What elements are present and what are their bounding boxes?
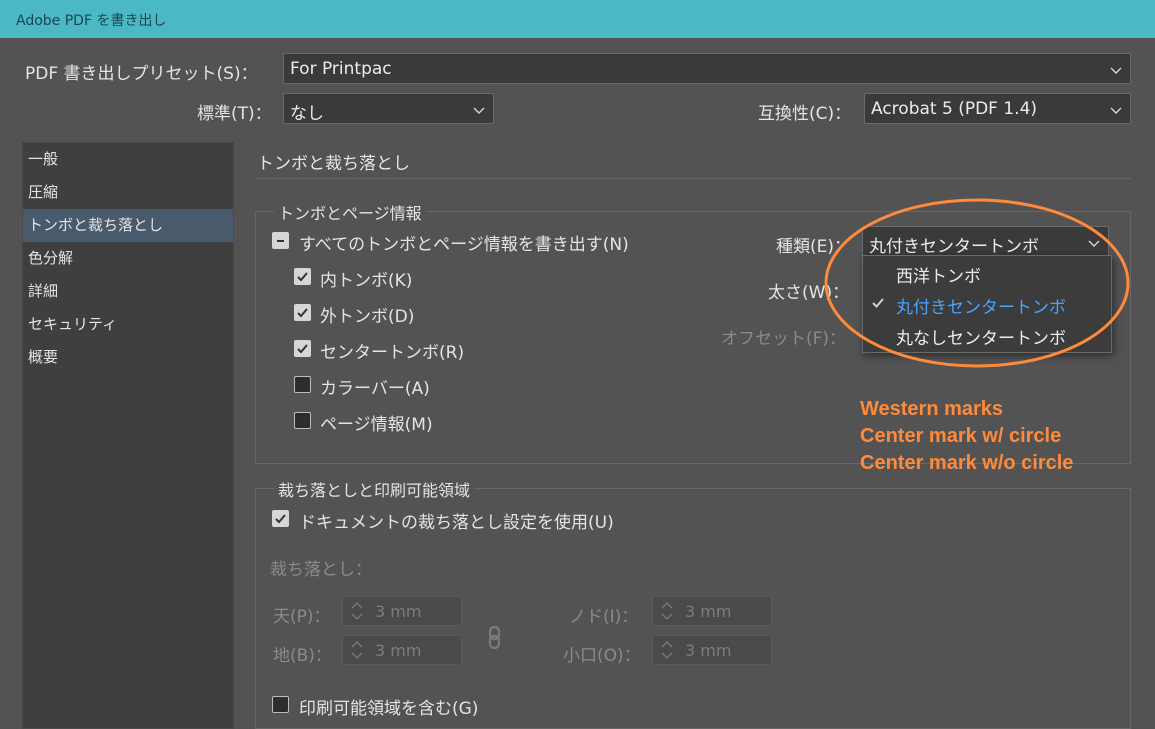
annotation-line-western: Western marks [860, 398, 1004, 420]
all-marks-label: すべてのトンボとページ情報を書き出す(N) [299, 235, 629, 255]
registration-marks-label: センタートンボ(R) [320, 343, 465, 363]
annotation-line-center-no-circle: Center mark w/o circle [860, 452, 1074, 474]
section-title: トンボと裁ち落とし [257, 154, 410, 174]
preset-label: PDF 書き出しプリセット(S)： [25, 64, 258, 84]
color-bars-label: カラーバー(A) [320, 379, 430, 399]
compat-value: Acrobat 5 (PDF 1.4) [871, 99, 1038, 119]
bleed-top-stepper: 3 mm [342, 596, 462, 626]
annotation-ellipse [824, 198, 1130, 368]
bleed-bottom-stepper: 3 mm [342, 635, 462, 665]
use-document-bleed-checkbox[interactable] [272, 510, 289, 527]
chevron-down-icon [1109, 102, 1123, 116]
standard-value: なし [290, 104, 324, 124]
include-slug-label: 印刷可能領域を含む(G) [299, 699, 479, 719]
bleed-inside-label: ノド(I)： [569, 607, 639, 627]
compat-select[interactable]: Acrobat 5 (PDF 1.4) [864, 93, 1131, 124]
category-sidebar: 一般 圧縮 トンボと裁ち落とし 色分解 詳細 セキュリティ 概要 [22, 142, 234, 729]
bleed-bottom-value: 3 mm [375, 641, 422, 660]
sidebar-item-general[interactable]: 一般 [23, 143, 233, 176]
bleed-top-value: 3 mm [375, 602, 422, 621]
crop-marks-checkbox[interactable] [294, 268, 311, 285]
stepper-arrows-icon [661, 602, 673, 620]
color-bars-checkbox[interactable] [294, 376, 311, 393]
stepper-arrows-icon [351, 641, 363, 659]
crop-marks-label: 内トンボ(K) [320, 271, 413, 291]
sidebar-item-output[interactable]: 色分解 [23, 242, 233, 275]
page-info-checkbox[interactable] [294, 412, 311, 429]
standard-label: 標準(T)： [197, 104, 272, 124]
standard-select[interactable]: なし [283, 93, 494, 124]
bleed-inside-value: 3 mm [685, 602, 732, 621]
title-bar: Adobe PDF を書き出し [0, 0, 1155, 38]
registration-marks-checkbox[interactable] [294, 340, 311, 357]
section-divider [255, 178, 1131, 179]
link-chain-icon [485, 624, 505, 652]
sidebar-item-advanced[interactable]: 詳細 [23, 275, 233, 308]
bleed-bottom-label: 地(B)： [273, 646, 332, 666]
bleed-outside-label: 小口(O)： [563, 646, 641, 666]
chevron-down-icon [472, 102, 486, 116]
use-document-bleed-label: ドキュメントの裁ち落とし設定を使用(U) [299, 513, 614, 533]
preset-select[interactable]: For Printpac [283, 53, 1131, 84]
bleed-outside-stepper: 3 mm [652, 635, 772, 665]
compat-label: 互換性(C)： [758, 104, 852, 124]
bleed-label: 裁ち落とし： [270, 560, 372, 580]
bleed-marks-label: 外トンボ(D) [320, 307, 415, 327]
preset-value: For Printpac [290, 59, 392, 79]
all-marks-checkbox[interactable] [272, 232, 289, 249]
annotation-line-center-circle: Center mark w/ circle [860, 425, 1062, 447]
bleed-top-label: 天(P)： [273, 607, 331, 627]
bleed-outside-value: 3 mm [685, 641, 732, 660]
sidebar-item-security[interactable]: セキュリティ [23, 308, 233, 341]
chevron-down-icon [1109, 62, 1123, 76]
sidebar-item-compression[interactable]: 圧縮 [23, 176, 233, 209]
bleed-group-legend: 裁ち落としと印刷可能領域 [274, 477, 475, 501]
marks-group-legend: トンボとページ情報 [274, 200, 426, 224]
bleed-marks-checkbox[interactable] [294, 304, 311, 321]
dialog-body: PDF 書き出しプリセット(S)： For Printpac 標準(T)： なし… [7, 38, 1148, 729]
window-title: Adobe PDF を書き出し [16, 13, 167, 29]
stepper-arrows-icon [661, 641, 673, 659]
bleed-inside-stepper: 3 mm [652, 596, 772, 626]
stepper-arrows-icon [351, 602, 363, 620]
sidebar-item-marks-and-bleeds[interactable]: トンボと裁ち落とし [23, 209, 233, 242]
include-slug-checkbox[interactable] [272, 696, 289, 713]
page-info-label: ページ情報(M) [320, 415, 433, 435]
sidebar-item-summary[interactable]: 概要 [23, 341, 233, 374]
